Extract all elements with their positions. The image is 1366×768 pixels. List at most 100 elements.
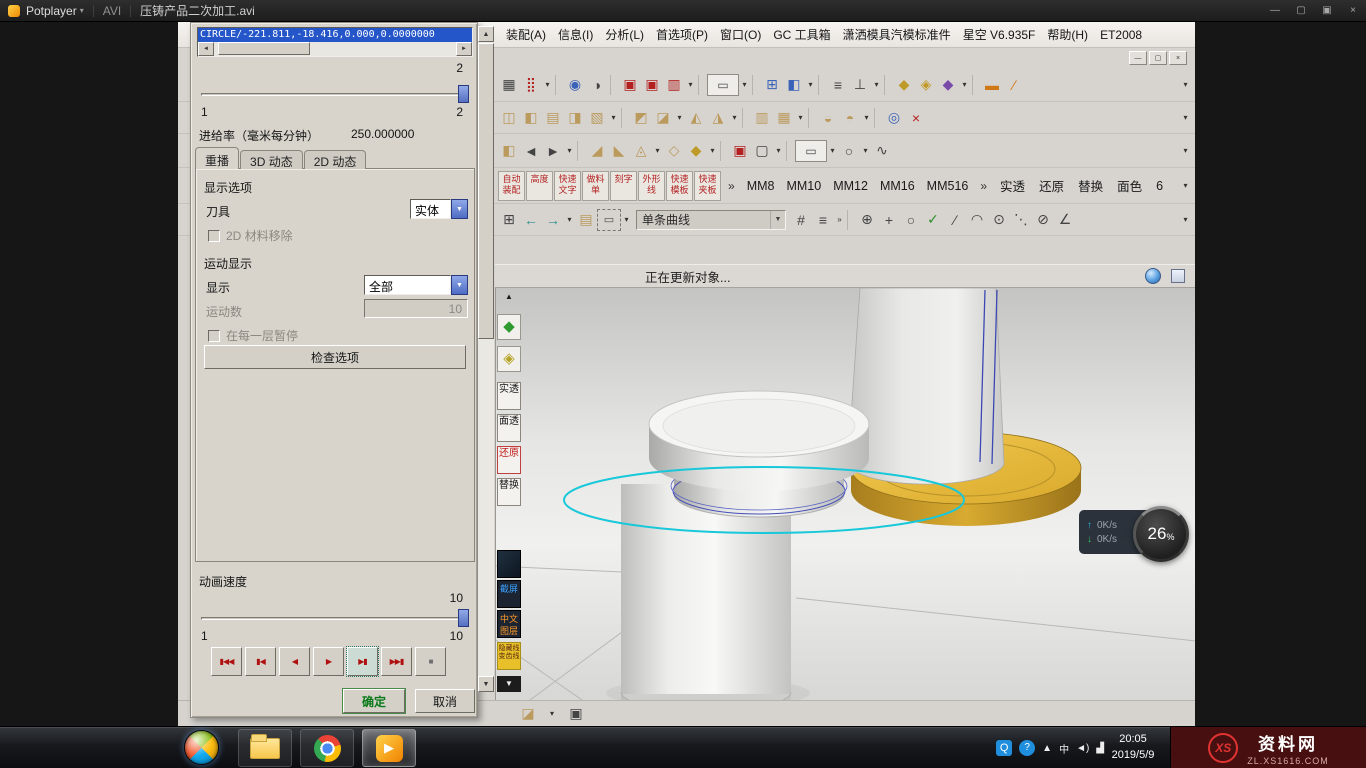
toolbar-icon[interactable]: ∠: [1054, 209, 1076, 231]
quick-tool-button[interactable]: 自动装配: [498, 171, 525, 201]
toolbar-icon[interactable]: [818, 75, 825, 95]
huan-yuan-button[interactable]: 还原: [497, 446, 521, 474]
toolbar-icon[interactable]: ◣: [608, 140, 630, 162]
toolbar-icon[interactable]: [621, 108, 628, 128]
cad-close-button[interactable]: ×: [1169, 51, 1187, 65]
qq-icon[interactable]: Q: [996, 740, 1012, 756]
toolbar-icon[interactable]: »: [834, 209, 845, 231]
tab-2d-dynamic[interactable]: 2D 动态: [304, 150, 367, 169]
cancel-button[interactable]: 取消: [415, 689, 475, 713]
potplayer-menu[interactable]: Potplayer: [26, 4, 77, 18]
view-mode-button[interactable]: 还原: [1039, 176, 1064, 195]
chrome-taskbar-button[interactable]: [300, 729, 354, 767]
cad-minimize-button[interactable]: —: [1129, 51, 1147, 65]
toolbar-icon[interactable]: ◆: [893, 74, 915, 96]
gcode-hscrollbar[interactable]: ◄ ►: [198, 42, 472, 56]
toolbar-icon[interactable]: ▾: [707, 140, 718, 162]
toolbar-icon[interactable]: ◭: [685, 107, 707, 129]
scroll-left-icon[interactable]: ◄: [198, 42, 214, 56]
toolbar-icon[interactable]: ◠: [966, 209, 988, 231]
quick-tool-button[interactable]: 高度: [526, 171, 553, 201]
quick-tool-button[interactable]: 外形线: [638, 171, 665, 201]
toolbar-icon[interactable]: ▾: [1180, 74, 1191, 96]
play-forward-button[interactable]: ▶: [313, 647, 344, 676]
menu-item[interactable]: 首选项(P): [650, 26, 714, 43]
chevron-more-icon[interactable]: »: [980, 179, 987, 193]
toolbar-icon[interactable]: ←: [520, 209, 542, 231]
toolbar-icon[interactable]: [698, 75, 705, 95]
dropdown-arrow-icon[interactable]: ▼: [770, 211, 785, 229]
toolbar-icon[interactable]: ▾: [805, 74, 816, 96]
material-removal-checkbox[interactable]: [208, 230, 220, 242]
capture-preview-icon[interactable]: [497, 550, 521, 578]
panel-toggle-icon[interactable]: [1171, 269, 1185, 283]
scroll-thumb[interactable]: [478, 43, 494, 339]
toolbar-icon[interactable]: ◧: [498, 140, 520, 162]
mm-preset-button[interactable]: MM516: [927, 179, 969, 193]
toolbar-icon[interactable]: ▣: [729, 140, 751, 162]
toolbar-icon[interactable]: ◓: [839, 107, 861, 129]
toolbar-icon[interactable]: ⊕: [856, 209, 878, 231]
scroll-down-icon[interactable]: ▼: [478, 676, 494, 692]
explorer-taskbar-button[interactable]: [238, 729, 292, 767]
toolbar-icon[interactable]: ▥: [663, 74, 685, 96]
toolbar-icon[interactable]: ▾: [1180, 107, 1191, 129]
toolbar-icon[interactable]: [786, 141, 793, 161]
menu-item[interactable]: ET2008: [1094, 28, 1148, 42]
scroll-thumb[interactable]: [218, 42, 310, 55]
toolbar-icon[interactable]: →: [542, 209, 564, 231]
toolbar-icon[interactable]: [555, 75, 562, 95]
toolbar-icon[interactable]: ◒: [817, 107, 839, 129]
shi-tou-button[interactable]: 实透: [497, 382, 521, 410]
quick-tool-button[interactable]: 快速文字: [554, 171, 581, 201]
toolbar-icon[interactable]: ▾: [729, 107, 740, 129]
toolbar-icon[interactable]: ○: [900, 209, 922, 231]
toolbar-icon[interactable]: ◢: [586, 140, 608, 162]
toolbar-icon[interactable]: ▣: [564, 703, 588, 725]
toolbar-icon[interactable]: [610, 75, 617, 95]
toolbar-icon[interactable]: [808, 108, 815, 128]
network-icon[interactable]: ▟: [1096, 743, 1104, 754]
view-mode-button[interactable]: 6: [1156, 179, 1163, 193]
toolbar-icon[interactable]: [884, 75, 891, 95]
pause-layer-checkbox[interactable]: [208, 330, 220, 342]
toolbar-icon[interactable]: ▾: [652, 140, 663, 162]
toolbar-icon[interactable]: ▾: [564, 140, 575, 162]
volume-icon[interactable]: ◄): [1076, 743, 1089, 754]
quick-tool-button[interactable]: 刻字: [610, 171, 637, 201]
toolbar-icon[interactable]: ▾: [608, 107, 619, 129]
toolbar-icon[interactable]: ▾: [861, 107, 872, 129]
quick-tool-button[interactable]: 做料单: [582, 171, 609, 201]
toolbar-icon[interactable]: ▾: [739, 74, 750, 96]
toolbar-icon[interactable]: ▾: [959, 74, 970, 96]
toolbar-icon[interactable]: ▾: [564, 209, 575, 231]
toolbar-icon[interactable]: ∕: [944, 209, 966, 231]
stop-button[interactable]: ■: [415, 647, 446, 676]
toolbar-icon[interactable]: ▢: [751, 140, 773, 162]
dropdown-arrow-icon[interactable]: ▼: [451, 275, 468, 295]
toolbar-icon[interactable]: ▾: [540, 703, 564, 725]
view-mode-button[interactable]: 实透: [1000, 176, 1025, 195]
input-method-icon[interactable]: 中: [1059, 741, 1069, 756]
start-button[interactable]: [184, 730, 219, 765]
mian-tou-button[interactable]: 面透: [497, 414, 521, 442]
jie-ping-button[interactable]: 截屏: [497, 580, 521, 608]
hidden-icons-arrow[interactable]: ▲: [1042, 743, 1052, 754]
toolbar-icon[interactable]: #: [790, 209, 812, 231]
toolbar-icon[interactable]: ⋱: [1010, 209, 1032, 231]
toolbar-icon[interactable]: ◬: [630, 140, 652, 162]
toolbar-icon[interactable]: ▾: [871, 74, 882, 96]
yin-cang-xian-button[interactable]: 隐藏线变齿线: [497, 642, 521, 670]
dropdown-arrow-icon[interactable]: ▼: [451, 199, 468, 219]
layer-diamond-icon[interactable]: ◈: [497, 346, 521, 372]
menu-item[interactable]: 潇洒模具汽模标准件: [837, 26, 957, 43]
ok-button[interactable]: 确定: [343, 689, 405, 713]
menu-item[interactable]: 分析(L): [599, 26, 650, 43]
speed-slider-track[interactable]: [201, 617, 467, 620]
pp-minimize-button[interactable]: —: [1262, 0, 1288, 22]
step-forward-button[interactable]: ▶▮: [347, 647, 378, 676]
toolbar-icon[interactable]: ∿: [871, 140, 893, 162]
video-area[interactable]: 装配(A)信息(I)分析(L)首选项(P)窗口(O)GC 工具箱潇洒模具汽模标准…: [0, 22, 1366, 726]
progress-percent-badge[interactable]: 26%: [1133, 506, 1189, 562]
toolbar-icon[interactable]: ◧: [783, 74, 805, 96]
